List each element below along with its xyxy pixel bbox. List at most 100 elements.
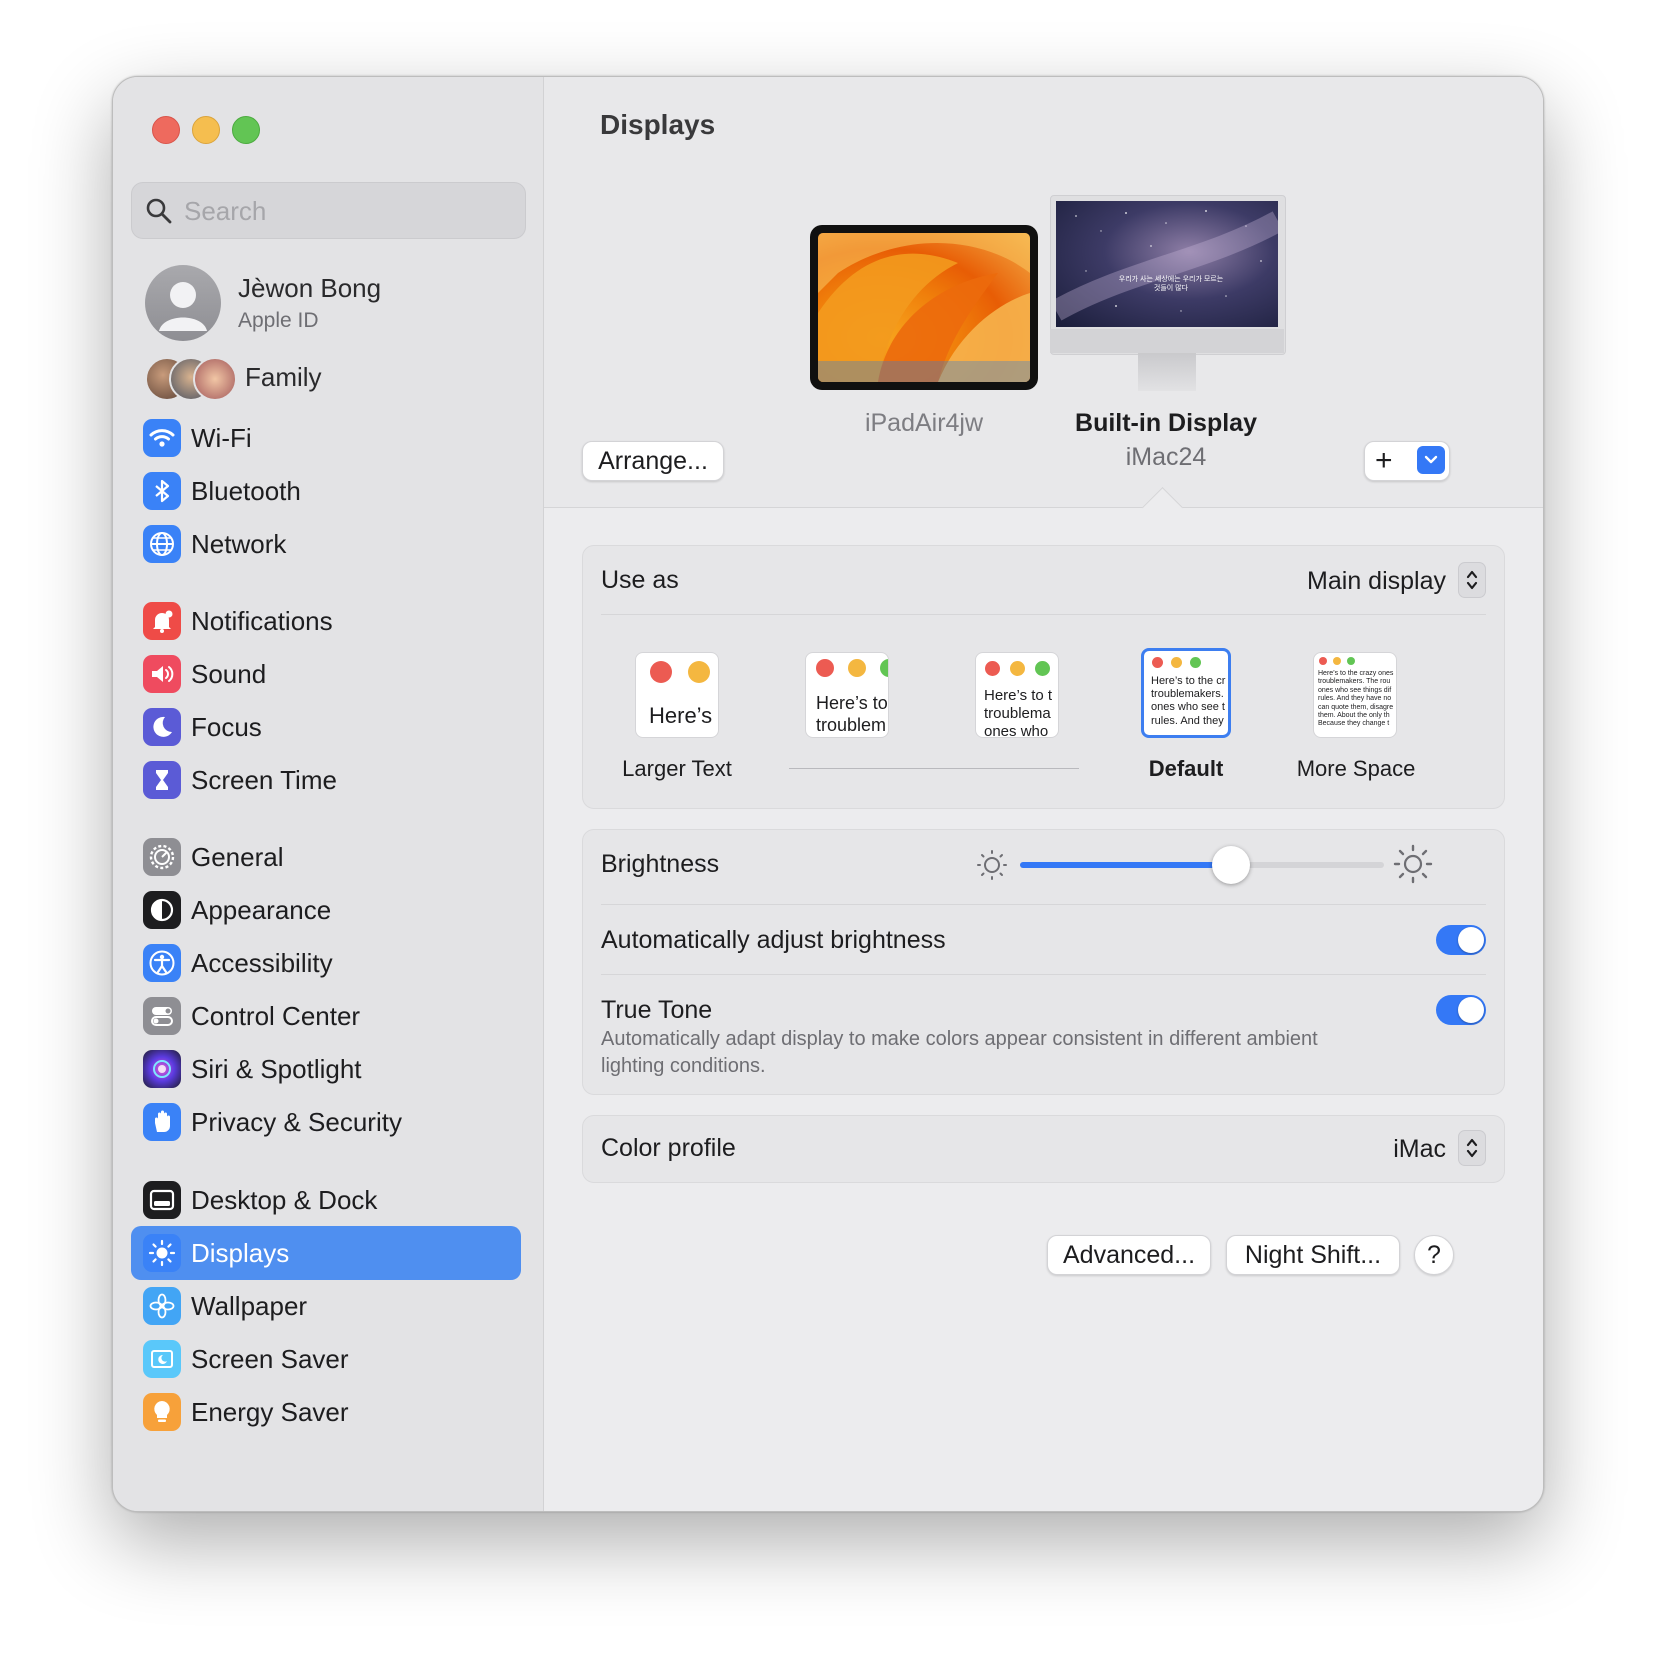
sidebar-item-siri-spotlight[interactable]: Siri & Spotlight bbox=[131, 1042, 521, 1096]
sidebar: Search Jèwon Bong Apple ID Family Wi-Fi bbox=[113, 77, 544, 1511]
sidebar-item-bluetooth[interactable]: Bluetooth bbox=[131, 464, 521, 518]
imac-display-thumbnail[interactable]: 우리가 사는 세상에는 우리가 모르는 것들이 많다 bbox=[1050, 195, 1286, 395]
sidebar-item-label: Desktop & Dock bbox=[191, 1185, 378, 1215]
ipad-wallpaper bbox=[818, 233, 1030, 382]
family-item[interactable]: Family bbox=[145, 357, 525, 401]
imac-wallpaper-text: 우리가 사는 세상에는 우리가 모르는 것들이 많다 bbox=[1118, 276, 1224, 293]
bell-icon bbox=[143, 602, 181, 640]
resolution-option-larger-text[interactable]: Here’s bbox=[635, 652, 719, 738]
sidebar-item-accessibility[interactable]: Accessibility bbox=[131, 936, 521, 990]
zoom-window-button[interactable] bbox=[232, 116, 260, 144]
bluetooth-icon bbox=[143, 472, 181, 510]
help-button[interactable]: ? bbox=[1414, 1235, 1454, 1275]
true-tone-label: True Tone bbox=[601, 996, 713, 1024]
plus-icon: + bbox=[1375, 444, 1393, 477]
sun-icon bbox=[143, 1234, 181, 1272]
sidebar-item-label: Network bbox=[191, 529, 287, 559]
hourglass-icon bbox=[143, 761, 181, 799]
sidebar-item-label: Wi-Fi bbox=[191, 423, 252, 453]
dock-icon bbox=[143, 1181, 181, 1219]
sidebar-item-label: Notifications bbox=[191, 606, 333, 636]
sidebar-item-network[interactable]: Network bbox=[131, 517, 521, 571]
advanced-button-label: Advanced... bbox=[1062, 1240, 1196, 1269]
arrange-button[interactable]: Arrange... bbox=[582, 441, 724, 481]
brightness-label: Brightness bbox=[601, 850, 720, 878]
use-as-value[interactable]: Main display bbox=[1307, 566, 1446, 596]
wifi-icon bbox=[143, 419, 181, 457]
brightness-low-icon bbox=[977, 850, 1007, 880]
close-window-button[interactable] bbox=[152, 116, 180, 144]
sidebar-item-label: Screen Saver bbox=[191, 1344, 349, 1374]
sidebar-item-energy-saver[interactable]: Energy Saver bbox=[131, 1385, 521, 1439]
use-as-popup-chevrons-icon[interactable] bbox=[1458, 562, 1486, 598]
add-display-popup[interactable]: + bbox=[1364, 441, 1450, 481]
sidebar-item-screen-saver[interactable]: Screen Saver bbox=[131, 1332, 521, 1386]
resolution-option-2[interactable]: Here’s to troublem bbox=[805, 652, 889, 738]
sidebar-item-label: Sound bbox=[191, 659, 267, 689]
screen-saver-icon bbox=[143, 1340, 181, 1378]
brightness-slider-fill bbox=[1020, 862, 1232, 868]
color-profile-popup-chevrons-icon[interactable] bbox=[1458, 1130, 1486, 1166]
ipad-display-thumbnail[interactable] bbox=[810, 225, 1038, 390]
display-name-builtin[interactable]: Built-in Display bbox=[1036, 409, 1296, 438]
account-subtitle: Apple ID bbox=[238, 309, 319, 332]
brightness-slider-knob[interactable] bbox=[1212, 846, 1251, 884]
sidebar-item-focus[interactable]: Focus bbox=[131, 700, 521, 754]
resolution-option-default[interactable]: Here’s to the cr troublemakers. ones who… bbox=[1141, 648, 1231, 738]
sidebar-item-label: Control Center bbox=[191, 1001, 361, 1031]
sidebar-item-sound[interactable]: Sound bbox=[131, 647, 521, 701]
color-profile-card: Color profile iMac bbox=[582, 1115, 1505, 1183]
globe-icon bbox=[143, 525, 181, 563]
imac-wallpaper: 우리가 사는 세상에는 우리가 모르는 것들이 많다 bbox=[1056, 201, 1278, 327]
brightness-slider[interactable] bbox=[1020, 846, 1384, 884]
auto-brightness-label: Automatically adjust brightness bbox=[601, 926, 946, 954]
sidebar-item-displays[interactable]: Displays bbox=[131, 1226, 521, 1280]
night-shift-button[interactable]: Night Shift... bbox=[1226, 1235, 1400, 1275]
advanced-button[interactable]: Advanced... bbox=[1047, 1235, 1211, 1275]
control-center-icon bbox=[143, 997, 181, 1035]
apple-id-account[interactable]: Jèwon Bong Apple ID bbox=[145, 265, 525, 345]
color-profile-label: Color profile bbox=[601, 1134, 736, 1162]
avatar bbox=[145, 265, 221, 341]
resolution-option-more-space[interactable]: Here’s to the crazy ones troublemakers. … bbox=[1313, 652, 1397, 738]
sidebar-item-general[interactable]: General bbox=[131, 830, 521, 884]
sidebar-item-label: Siri & Spotlight bbox=[191, 1054, 362, 1084]
sidebar-item-label: Energy Saver bbox=[191, 1397, 349, 1427]
color-profile-value[interactable]: iMac bbox=[1393, 1134, 1446, 1164]
resolution-label-larger-text: Larger Text bbox=[622, 756, 732, 781]
imac-stand bbox=[1138, 353, 1196, 391]
arrange-button-label: Arrange... bbox=[598, 446, 708, 475]
display-name-ipad[interactable]: iPadAir4jw bbox=[794, 409, 1054, 438]
true-tone-toggle[interactable] bbox=[1436, 995, 1486, 1025]
family-label: Family bbox=[245, 362, 322, 392]
search-placeholder: Search bbox=[184, 196, 267, 226]
help-icon: ? bbox=[1427, 1240, 1441, 1269]
sidebar-item-control-center[interactable]: Control Center bbox=[131, 989, 521, 1043]
sidebar-item-privacy-security[interactable]: Privacy & Security bbox=[131, 1095, 521, 1149]
sidebar-item-wallpaper[interactable]: Wallpaper bbox=[131, 1279, 521, 1333]
use-as-card: Use as Main display Here’s Here’s to tro… bbox=[582, 545, 1505, 809]
gear-icon bbox=[143, 838, 181, 876]
sidebar-item-appearance[interactable]: Appearance bbox=[131, 883, 521, 937]
sidebar-item-notifications[interactable]: Notifications bbox=[131, 594, 521, 648]
family-member-avatar bbox=[193, 357, 237, 401]
sidebar-item-wifi[interactable]: Wi-Fi bbox=[131, 411, 521, 465]
page-title: Displays bbox=[600, 109, 716, 140]
moon-icon bbox=[143, 708, 181, 746]
auto-brightness-toggle[interactable] bbox=[1436, 925, 1486, 955]
siri-icon bbox=[143, 1050, 181, 1088]
resolution-preview-text: Here’s to troublem bbox=[816, 693, 888, 735]
resolution-option-3[interactable]: Here’s to t troublema ones who bbox=[975, 652, 1059, 738]
brightness-card: Brightness Automatically adjust brightne… bbox=[582, 829, 1505, 1095]
main-pane: Displays 우리가 사는 세상에는 우리가 모르는 것들이 많다 iPad… bbox=[544, 77, 1543, 1511]
divider bbox=[601, 974, 1486, 975]
search-field[interactable]: Search bbox=[131, 182, 526, 239]
sidebar-item-screen-time[interactable]: Screen Time bbox=[131, 753, 521, 807]
search-icon bbox=[146, 198, 172, 224]
resolution-preview-text: Here’s to the crazy ones troublemakers. … bbox=[1318, 670, 1394, 728]
sidebar-item-desktop-dock[interactable]: Desktop & Dock bbox=[131, 1173, 521, 1227]
resolution-label-more-space: More Space bbox=[1296, 756, 1416, 781]
minimize-window-button[interactable] bbox=[192, 116, 220, 144]
sidebar-item-label: Focus bbox=[191, 712, 262, 742]
sidebar-item-label: Displays bbox=[191, 1238, 290, 1268]
